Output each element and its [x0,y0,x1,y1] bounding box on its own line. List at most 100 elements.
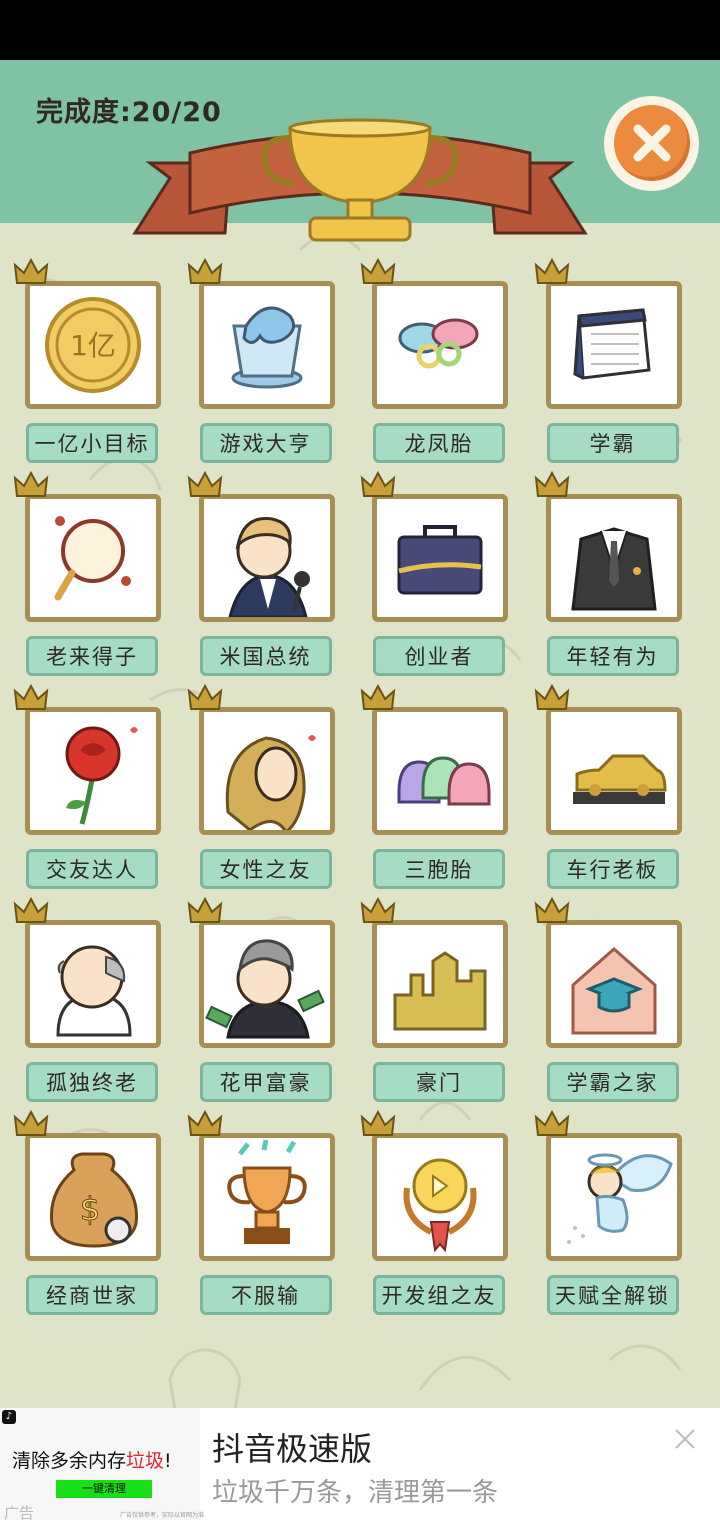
old-man-icon [56,945,132,1037]
ad-image[interactable]: ♪ 清除多余内存垃圾! 一键清理 广告 广告仅供参考，实际以官网为准 [0,1408,204,1520]
achievement-item[interactable]: 女性之友 [187,683,373,893]
achievement-label: 经商世家 [26,1275,158,1315]
ad-slogan: 清除多余内存垃圾! [12,1446,172,1473]
close-button[interactable] [604,96,699,191]
achievement-item[interactable]: 车行老板 [534,683,720,893]
angel-icon [566,1153,673,1244]
achievement-card[interactable] [372,1133,508,1261]
achievement-item[interactable]: 交友达人 [13,683,199,893]
achievement-card[interactable] [545,920,682,1048]
crown-icon [534,470,572,500]
medal-icon [403,1158,477,1253]
achievement-item[interactable]: 天赋全解锁 [534,1109,720,1319]
ad-close-icon[interactable] [670,1424,700,1454]
crown-icon [13,470,51,500]
crown-icon [187,257,225,287]
ad-subtitle[interactable]: 垃圾千万条，清理第一条 [212,1472,498,1509]
achievement-item[interactable]: 不服输 [187,1109,373,1319]
achievement-card[interactable] [198,1133,335,1261]
achievement-label: 车行老板 [546,849,679,889]
achievement-label: 创业者 [373,636,505,676]
achievement-card[interactable] [25,494,161,622]
ad-title[interactable]: 抖音极速版 [212,1424,372,1470]
achievement-item[interactable]: 1亿 一亿小目标 [13,257,199,467]
achievement-label: 米国总统 [199,636,332,676]
trophy-banner-icon [132,118,588,242]
achievement-item[interactable]: 米国总统 [187,470,373,680]
achievement-item[interactable]: $ 经商世家 [13,1109,199,1319]
achievement-label: 花甲富豪 [199,1062,332,1102]
crown-icon [360,470,398,500]
achievement-card[interactable] [372,494,508,622]
achievement-item[interactable]: 创业者 [360,470,546,680]
achievement-card[interactable] [372,920,508,1048]
achievement-item[interactable]: 开发组之友 [360,1109,546,1319]
achievement-card[interactable]: $ [25,1133,161,1261]
crown-icon [534,683,572,713]
achievement-item[interactable]: 学霸 [534,257,720,467]
crown-icon [187,470,225,500]
achievement-card[interactable] [545,494,682,622]
crown-icon [534,257,572,287]
achievement-label: 孤独终老 [26,1062,158,1102]
achievement-label: 老来得子 [26,636,158,676]
book-icon [572,308,651,380]
crown-icon [187,1109,225,1139]
ad-clean-button[interactable]: 一键清理 [56,1480,152,1498]
achievement-card[interactable] [198,920,335,1048]
ad-slogan-highlight: 垃圾 [126,1450,165,1472]
achievements-screen: 完成度:20/20 1亿 一亿小目标 游戏大亨 龙凤胎 学霸 老来得子 米国总统 创业者 年轻有… [0,60,720,1408]
woman-icon [225,735,316,830]
achievement-item[interactable]: 年轻有为 [534,470,720,680]
coin-icon: 1亿 [45,297,141,393]
achievement-item[interactable]: 三胞胎 [360,683,546,893]
crown-icon [360,896,398,926]
achievement-card[interactable] [545,1133,682,1261]
achievement-item[interactable]: 老来得子 [13,470,199,680]
tiktok-logo-icon: ♪ [2,1410,16,1424]
achievement-item[interactable]: 学霸之家 [534,896,720,1106]
close-icon [614,105,690,181]
status-bar [0,0,720,60]
briefcase-icon [397,525,483,595]
achievement-label: 三胞胎 [373,849,505,889]
achievement-item[interactable]: 孤独终老 [13,896,199,1106]
achievement-label: 交友达人 [26,849,158,889]
achievement-card[interactable] [198,707,335,835]
achievement-item[interactable]: 花甲富豪 [187,896,373,1106]
achievement-label: 年轻有为 [546,636,679,676]
achievement-label: 游戏大亨 [199,423,332,463]
achievement-card[interactable] [372,281,508,409]
achievement-card[interactable] [372,707,508,835]
achievement-card[interactable] [198,281,335,409]
achievement-item[interactable]: 豪门 [360,896,546,1106]
suit-icon [570,527,657,611]
crown-icon [13,683,51,713]
rose-icon [65,726,138,825]
achievement-card[interactable] [545,707,682,835]
achievement-item[interactable]: 游戏大亨 [187,257,373,467]
money-bag-icon: $ [49,1152,138,1248]
achievement-label: 天赋全解锁 [546,1275,679,1315]
crown-icon [13,1109,51,1139]
baby-bottles-icon [397,756,491,806]
achievement-card[interactable] [545,281,682,409]
ad-banner[interactable]: ♪ 清除多余内存垃圾! 一键清理 广告 广告仅供参考，实际以官网为准 抖音极速版… [0,1408,720,1520]
crown-icon [534,896,572,926]
crown-icon [187,683,225,713]
achievement-item[interactable]: 龙凤胎 [360,257,546,467]
achievement-label: 开发组之友 [373,1275,505,1315]
crown-icon [13,257,51,287]
ad-fine-print: 广告仅供参考，实际以官网为准 [120,1512,205,1519]
achievement-card[interactable] [198,494,335,622]
achievement-label: 女性之友 [199,849,332,889]
gamepad-trophy-icon [231,306,302,389]
ad-slogan-prefix: 清除多余内存 [12,1450,127,1472]
crown-icon [13,896,51,926]
crown-icon [187,896,225,926]
svg-text:$: $ [80,1190,100,1228]
achievement-card[interactable] [25,707,161,835]
crown-icon [534,1109,572,1139]
achievement-card[interactable] [25,920,161,1048]
achievement-card[interactable]: 1亿 [25,281,161,409]
